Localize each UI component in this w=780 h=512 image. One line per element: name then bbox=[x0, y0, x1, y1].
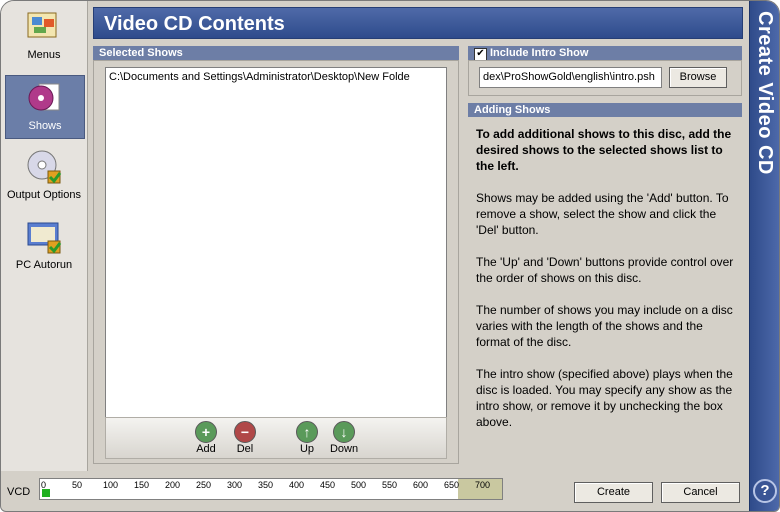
capacity-tick-label: 400 bbox=[289, 480, 305, 490]
help-paragraph: The 'Up' and 'Down' buttons provide cont… bbox=[476, 255, 734, 285]
capacity-tick-label: 100 bbox=[103, 480, 119, 490]
arrow-up-icon: ↑ bbox=[296, 421, 318, 443]
capacity-tick-label: 0 bbox=[41, 480, 47, 490]
move-down-button-label: Down bbox=[329, 443, 359, 455]
delete-button-label: Del bbox=[236, 443, 254, 455]
help-paragraph: The number of shows you may include on a… bbox=[476, 303, 733, 349]
sidebar-item-output-options[interactable]: Output Options bbox=[5, 145, 83, 207]
help-paragraph: To add additional shows to this disc, ad… bbox=[476, 127, 732, 173]
sidebar-item-label: PC Autorun bbox=[15, 259, 73, 271]
help-paragraph: The intro show (specified above) plays w… bbox=[476, 367, 733, 429]
capacity-tick-label: 550 bbox=[382, 480, 398, 490]
sidebar-item-pc-autorun[interactable]: PC Autorun bbox=[5, 215, 83, 277]
app-window: Menus Shows Output Options PC Autorun Vi… bbox=[0, 0, 780, 512]
capacity-used-indicator bbox=[42, 489, 50, 497]
capacity-tick-label: 350 bbox=[258, 480, 274, 490]
delete-icon: − bbox=[234, 421, 256, 443]
intro-path-field[interactable]: dex\ProShowGold\english\intro.psh bbox=[479, 67, 662, 88]
cancel-button[interactable]: Cancel bbox=[661, 482, 740, 503]
capacity-tick-label: 300 bbox=[227, 480, 243, 490]
help-paragraph: Shows may be added using the 'Add' butto… bbox=[476, 191, 729, 237]
sidebar-item-shows[interactable]: Shows bbox=[5, 75, 85, 139]
capacity-tick-label: 600 bbox=[413, 480, 429, 490]
capacity-tick-label: 150 bbox=[134, 480, 150, 490]
sidebar-item-label: Shows bbox=[28, 120, 62, 132]
adding-shows-help: To add additional shows to this disc, ad… bbox=[468, 118, 742, 464]
sidebar-item-label: Menus bbox=[27, 49, 61, 61]
capacity-tick-label: 200 bbox=[165, 480, 181, 490]
sidebar-item-menus[interactable]: Menus bbox=[5, 5, 83, 67]
add-icon: + bbox=[195, 421, 217, 443]
disc-type-label: VCD bbox=[7, 486, 31, 498]
menus-icon bbox=[27, 12, 57, 38]
selected-shows-list[interactable]: C:\Documents and Settings\Administrator\… bbox=[105, 67, 447, 419]
sidebar-item-label: Output Options bbox=[7, 189, 81, 201]
move-up-button-label: Up bbox=[299, 443, 315, 455]
sidebar: Menus Shows Output Options PC Autorun bbox=[1, 1, 88, 471]
list-item[interactable]: C:\Documents and Settings\Administrator\… bbox=[109, 71, 443, 83]
add-button-label: Add bbox=[196, 443, 216, 455]
delete-button[interactable]: − Del bbox=[223, 421, 267, 455]
output-options-icon bbox=[27, 150, 62, 184]
capacity-tick-label: 700 bbox=[475, 480, 491, 490]
add-button[interactable]: + Add bbox=[184, 421, 228, 455]
capacity-tick-label: 450 bbox=[320, 480, 336, 490]
intro-show-header: Include Intro Show bbox=[468, 46, 742, 60]
help-icon[interactable]: ? bbox=[753, 479, 777, 503]
list-button-bar bbox=[105, 417, 447, 459]
browse-button[interactable]: Browse bbox=[669, 67, 727, 88]
page-title: Video CD Contents bbox=[93, 7, 743, 39]
capacity-tick-label: 50 bbox=[72, 480, 83, 490]
capacity-tick-label: 250 bbox=[196, 480, 212, 490]
shows-icon bbox=[28, 83, 60, 111]
capacity-tick-label: 650 bbox=[444, 480, 460, 490]
create-button[interactable]: Create bbox=[574, 482, 653, 503]
pc-autorun-icon bbox=[27, 222, 62, 254]
side-banner-title: Create Video CD bbox=[754, 11, 776, 175]
selected-shows-header: Selected Shows bbox=[93, 46, 459, 60]
arrow-down-icon: ↓ bbox=[333, 421, 355, 443]
adding-shows-header: Adding Shows bbox=[468, 103, 742, 117]
capacity-tick-label: 500 bbox=[351, 480, 367, 490]
move-down-button[interactable]: ↓ Down bbox=[322, 421, 366, 455]
